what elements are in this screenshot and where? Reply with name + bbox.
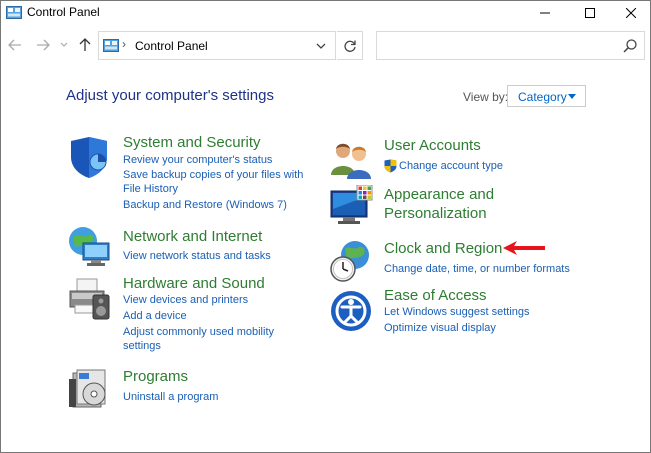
view-by-dropdown[interactable]: Category: [507, 85, 586, 107]
forward-button[interactable]: [35, 37, 51, 53]
link-backup-restore[interactable]: Backup and Restore (Windows 7): [123, 198, 287, 212]
search-icon: [623, 39, 637, 53]
link-mobility-settings[interactable]: Adjust commonly used mobility settings: [123, 325, 298, 353]
link-windows-suggest-settings[interactable]: Let Windows suggest settings: [384, 305, 530, 319]
control-panel-window: Control Panel › Control Panel Adjust you…: [0, 0, 651, 453]
title-bar: Control Panel: [1, 1, 650, 25]
control-panel-icon: [6, 6, 22, 19]
uac-shield-icon: [384, 159, 397, 173]
refresh-button[interactable]: [337, 31, 363, 60]
link-uninstall-program[interactable]: Uninstall a program: [123, 390, 218, 404]
navigation-bar: › Control Panel: [1, 29, 650, 63]
address-bar[interactable]: › Control Panel: [98, 31, 336, 60]
category-title-appearance-and-personalization[interactable]: Appearance and Personalization: [384, 185, 514, 223]
back-button[interactable]: [7, 37, 23, 53]
arrow-up-icon: [79, 38, 91, 51]
up-button[interactable]: [77, 37, 93, 53]
caret-down-icon: [568, 94, 576, 99]
ease-of-access-icon[interactable]: [329, 289, 373, 333]
link-change-account-type[interactable]: Change account type: [399, 159, 503, 173]
recent-locations-button[interactable]: [58, 37, 70, 53]
category-title-user-accounts[interactable]: User Accounts: [384, 136, 481, 155]
search-input[interactable]: [376, 31, 645, 60]
breadcrumb[interactable]: Control Panel: [135, 39, 208, 53]
red-arrow-icon: [503, 241, 545, 255]
monitor-palette-icon[interactable]: [329, 185, 373, 229]
link-devices-printers[interactable]: View devices and printers: [123, 293, 248, 307]
view-by-label: View by:: [463, 90, 509, 104]
link-review-computer-status[interactable]: Review your computer's status: [123, 153, 272, 167]
link-add-device[interactable]: Add a device: [123, 309, 187, 323]
category-title-system-and-security[interactable]: System and Security: [123, 133, 261, 152]
minimize-icon: [539, 12, 550, 14]
category-title-clock-and-region[interactable]: Clock and Region: [384, 239, 502, 258]
link-network-status[interactable]: View network status and tasks: [123, 249, 271, 263]
maximize-button[interactable]: [567, 1, 612, 25]
view-by-value: Category: [518, 90, 567, 104]
maximize-icon: [584, 8, 595, 18]
users-icon[interactable]: [329, 137, 373, 181]
link-file-history[interactable]: Save backup copies of your files with Fi…: [123, 168, 313, 196]
breadcrumb-separator: ›: [122, 37, 126, 51]
category-title-network-and-internet[interactable]: Network and Internet: [123, 227, 262, 246]
window-title: Control Panel: [27, 5, 100, 19]
arrow-right-icon: [37, 39, 50, 51]
arrow-left-icon: [8, 39, 21, 51]
page-title: Adjust your computer's settings: [66, 87, 274, 104]
network-globe-icon[interactable]: [67, 225, 111, 269]
close-button[interactable]: [612, 1, 650, 25]
category-title-programs[interactable]: Programs: [123, 367, 188, 386]
link-change-date-time[interactable]: Change date, time, or number formats: [384, 262, 570, 276]
category-title-ease-of-access[interactable]: Ease of Access: [384, 286, 487, 305]
control-panel-icon: [103, 39, 119, 52]
category-title-hardware-and-sound[interactable]: Hardware and Sound: [123, 274, 265, 293]
minimize-button[interactable]: [522, 1, 567, 25]
programs-disc-icon[interactable]: [67, 367, 111, 411]
refresh-icon: [343, 40, 356, 52]
link-optimize-visual-display[interactable]: Optimize visual display: [384, 321, 496, 335]
printer-icon[interactable]: [67, 277, 111, 321]
clock-globe-icon[interactable]: [329, 239, 373, 283]
chevron-down-icon[interactable]: [313, 38, 329, 54]
chevron-down-icon: [60, 42, 68, 47]
close-icon: [626, 8, 636, 18]
shield-icon[interactable]: [67, 135, 111, 179]
